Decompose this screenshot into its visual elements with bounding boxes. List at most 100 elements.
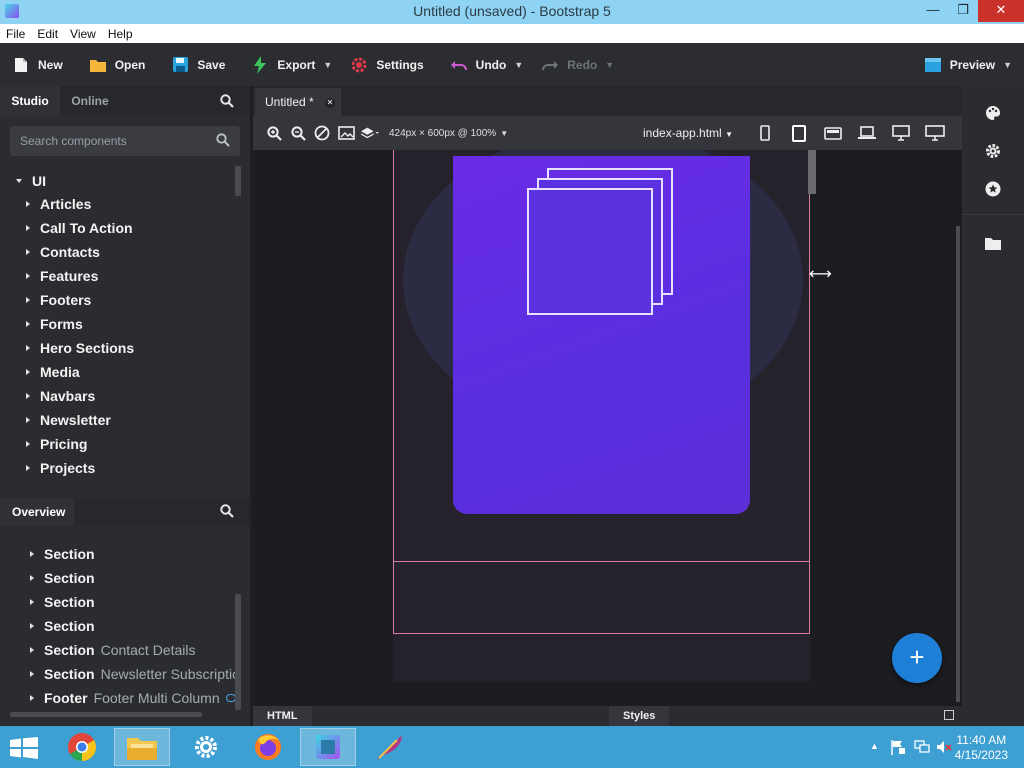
overview-scrollbar[interactable] xyxy=(235,594,241,710)
left-panel: Studio Online UI Articles Call To Action… xyxy=(0,86,250,726)
tree-item-call-to-action[interactable]: Call To Action xyxy=(0,216,236,240)
preview-label: Preview xyxy=(949,57,996,72)
close-button[interactable]: ✕ xyxy=(978,0,1024,22)
menu-help[interactable]: Help xyxy=(102,27,139,41)
right-sidebar xyxy=(956,86,1024,726)
tree-item-media[interactable]: Media xyxy=(0,360,236,384)
system-tray: ▲ 11:40 AM 4/15/2023 xyxy=(844,726,1024,768)
layers-icon[interactable] xyxy=(361,124,379,142)
search-icon[interactable] xyxy=(220,94,234,111)
tab-online[interactable]: Online xyxy=(60,86,120,116)
menu-view[interactable]: View xyxy=(64,27,102,41)
menu-edit[interactable]: Edit xyxy=(31,27,64,41)
image-icon[interactable] xyxy=(337,124,355,142)
tree-root-ui[interactable]: UI xyxy=(0,170,236,192)
phone-portrait-icon[interactable] xyxy=(748,124,782,142)
overview-item[interactable]: Section xyxy=(0,542,236,566)
rotate-icon[interactable] xyxy=(313,124,331,142)
tree-item-pricing[interactable]: Pricing xyxy=(0,432,236,456)
tree-item-forms[interactable]: Forms xyxy=(0,312,236,336)
main-toolbar: New Open Save Export ▼ Settings Undo ▼ R… xyxy=(0,43,1024,86)
redo-button[interactable]: Redo ▼ xyxy=(541,56,614,74)
tree-item-features[interactable]: Features xyxy=(0,264,236,288)
canvas-toolbar: 424px × 600px @ 100% ▼ index-app.html ▼ xyxy=(253,116,962,150)
tree-item-articles[interactable]: Articles xyxy=(0,192,236,216)
tablet-landscape-icon[interactable] xyxy=(816,124,850,142)
tree-item-hero-sections[interactable]: Hero Sections xyxy=(0,336,236,360)
laptop-icon[interactable] xyxy=(850,124,884,142)
settings-app-icon[interactable] xyxy=(178,728,234,766)
caret-right-icon xyxy=(30,551,34,557)
caret-right-icon xyxy=(30,671,34,677)
widescreen-icon[interactable] xyxy=(918,124,952,142)
tree-item-footers[interactable]: Footers xyxy=(0,288,236,312)
frame-scrollbar[interactable] xyxy=(808,150,816,194)
overview-item[interactable]: Section xyxy=(0,590,236,614)
caret-right-icon xyxy=(26,345,30,351)
chevron-down-icon[interactable]: ▼ xyxy=(500,129,508,138)
feather-app-icon[interactable] xyxy=(362,728,418,766)
add-component-button[interactable]: + xyxy=(892,633,942,683)
file-selector[interactable]: index-app.html ▼ xyxy=(643,126,733,140)
palette-icon[interactable] xyxy=(984,104,1002,122)
preview-button[interactable]: Preview ▼ xyxy=(924,56,1012,74)
styles-panel-toggle[interactable]: Styles xyxy=(609,706,670,726)
chevron-down-icon: ▼ xyxy=(605,59,615,70)
firefox-icon[interactable] xyxy=(240,728,296,766)
save-button[interactable]: Save xyxy=(171,56,225,74)
tab-overview[interactable]: Overview xyxy=(0,498,74,526)
overview-horizontal-scrollbar[interactable] xyxy=(10,712,202,717)
viewport-size-label[interactable]: 424px × 600px @ 100% xyxy=(389,128,496,139)
chevron-up-icon[interactable]: ▲ xyxy=(870,741,879,751)
overview-item[interactable]: Section Newsletter Subscription xyxy=(0,662,236,686)
close-tab-icon[interactable]: ✕ xyxy=(325,98,335,108)
star-icon[interactable] xyxy=(984,180,1002,198)
folder-icon xyxy=(89,56,107,74)
search-input[interactable] xyxy=(20,134,200,148)
tab-studio[interactable]: Studio xyxy=(0,86,60,116)
maximize-button[interactable]: ❐ xyxy=(948,0,978,22)
design-canvas[interactable]: ⟷ + xyxy=(253,150,962,710)
search-icon[interactable] xyxy=(216,133,230,150)
settings-button[interactable]: Settings xyxy=(350,56,424,74)
bootstrap-studio-icon[interactable] xyxy=(300,728,356,766)
windows-start-icon[interactable] xyxy=(10,737,38,759)
file-explorer-icon[interactable] xyxy=(114,728,170,766)
export-button[interactable]: Export ▼ xyxy=(251,55,332,74)
document-tab[interactable]: Untitled * ✕ xyxy=(255,88,341,116)
tree-item-contacts[interactable]: Contacts xyxy=(0,240,236,264)
title-bar: Untitled (unsaved) - Bootstrap 5 — ❐ ✕ xyxy=(0,0,1024,24)
html-panel-toggle[interactable]: HTML xyxy=(253,706,312,726)
overview-item[interactable]: Section xyxy=(0,566,236,590)
folder-icon[interactable] xyxy=(984,234,1002,252)
tree-item-newsletter[interactable]: Newsletter xyxy=(0,408,236,432)
zoom-out-icon[interactable] xyxy=(289,124,307,142)
search-icon[interactable] xyxy=(220,504,234,521)
tree-item-projects[interactable]: Projects xyxy=(0,456,236,480)
desktop-icon[interactable] xyxy=(884,124,918,142)
caret-right-icon xyxy=(30,599,34,605)
tree-item-navbars[interactable]: Navbars xyxy=(0,384,236,408)
zoom-in-icon[interactable] xyxy=(265,124,283,142)
open-button[interactable]: Open xyxy=(89,56,145,74)
component-search xyxy=(10,126,240,156)
notification-flag-icon[interactable] xyxy=(890,739,906,758)
new-button[interactable]: New xyxy=(12,56,63,74)
tablet-portrait-icon[interactable] xyxy=(782,124,816,142)
overview-item[interactable]: Footer Footer Multi Column xyxy=(0,686,236,710)
minimize-button[interactable]: — xyxy=(918,0,948,22)
resize-horizontal-icon[interactable]: ⟷ xyxy=(809,264,832,284)
volume-muted-icon[interactable] xyxy=(936,739,952,758)
editor-area: Untitled * ✕ 424px × 600px @ 100% ▼ inde… xyxy=(253,86,962,726)
maximize-panel-icon[interactable] xyxy=(944,710,954,720)
taskbar-clock[interactable]: 11:40 AM 4/15/2023 xyxy=(955,733,1008,763)
undo-button[interactable]: Undo ▼ xyxy=(450,56,523,74)
network-icon[interactable] xyxy=(914,739,930,758)
overview-item[interactable]: Section xyxy=(0,614,236,638)
menu-file[interactable]: File xyxy=(0,27,31,41)
overview-item[interactable]: Section Contact Details xyxy=(0,638,236,662)
chrome-icon[interactable] xyxy=(54,728,110,766)
canvas-scrollbar[interactable] xyxy=(956,226,960,702)
gear-icon[interactable] xyxy=(984,142,1002,160)
save-icon xyxy=(171,56,189,74)
